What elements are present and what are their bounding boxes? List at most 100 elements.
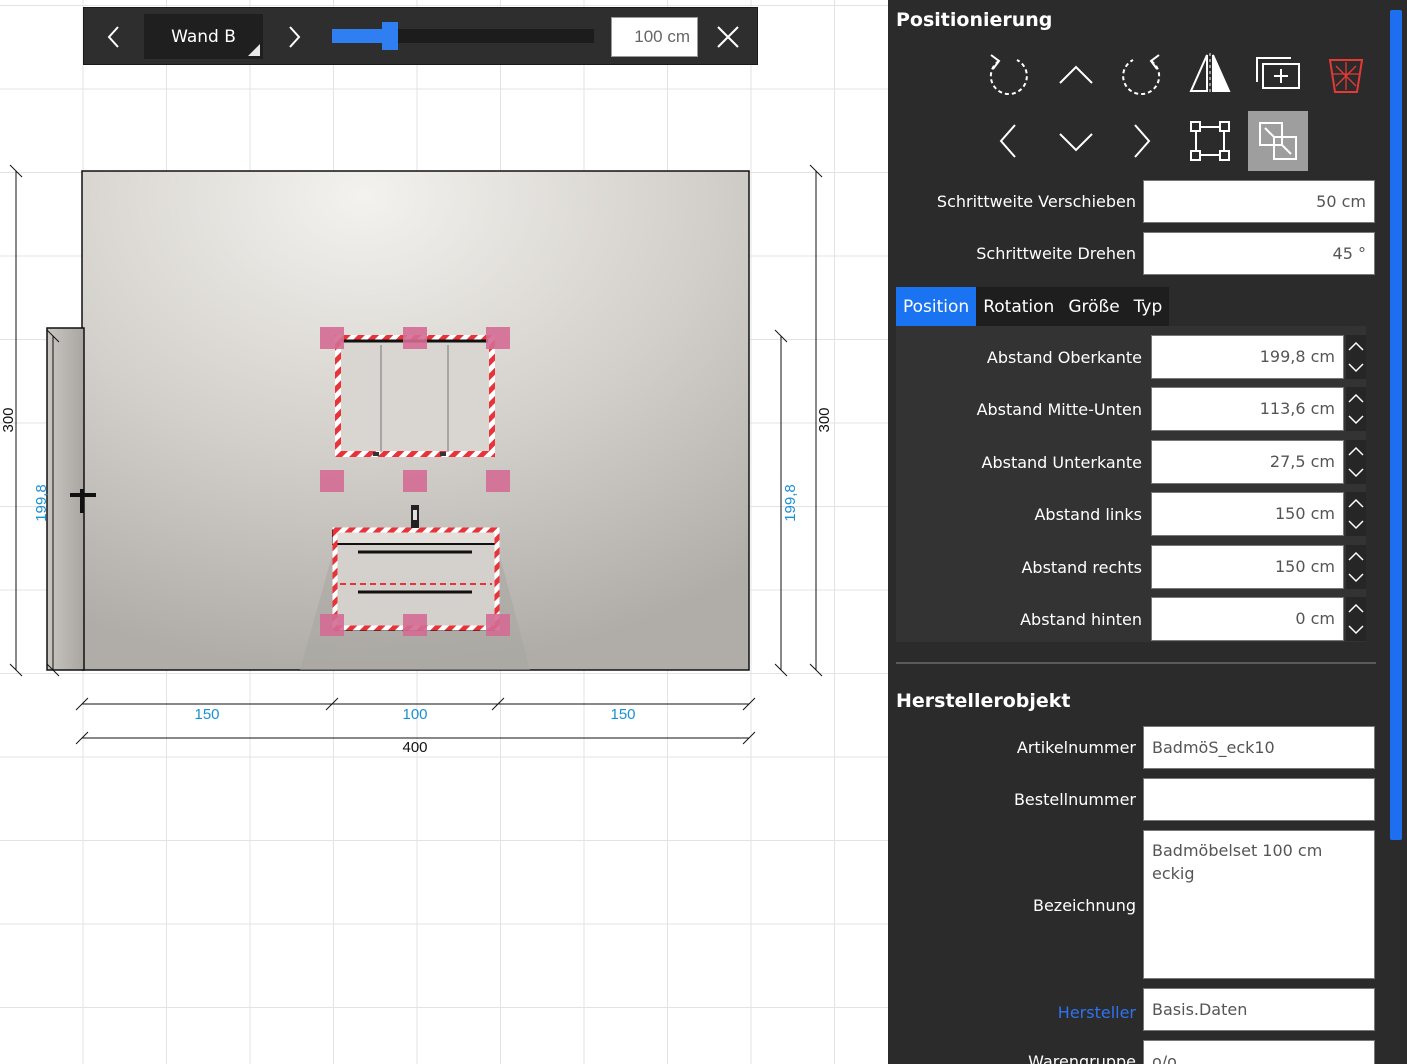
spinner-up-icon: [1348, 393, 1364, 403]
distance-middle-input[interactable]: 113,6 cm: [1151, 387, 1344, 431]
prev-wall-button[interactable]: [94, 18, 134, 56]
distance-back-spinner[interactable]: [1346, 597, 1366, 641]
delete-button[interactable]: [1316, 44, 1376, 104]
property-tabs: Position Rotation Größe Typ: [896, 287, 1170, 326]
spinner-up-icon: [1348, 603, 1364, 613]
distance-left-up[interactable]: [1346, 492, 1366, 514]
distance-right-down[interactable]: [1346, 567, 1366, 589]
manufacturer-link[interactable]: Hersteller: [896, 1003, 1136, 1022]
duplicate-icon: [1256, 57, 1300, 89]
distance-right-spinner[interactable]: [1346, 545, 1366, 589]
section-divider: [896, 662, 1376, 664]
wall-select-label: Wand B: [171, 26, 236, 47]
distance-top-input[interactable]: 199,8 cm: [1151, 335, 1344, 379]
select-resize-icon: [1190, 121, 1230, 161]
next-wall-button[interactable]: [274, 18, 314, 56]
rotate-left-button[interactable]: [978, 44, 1038, 104]
step-rotate-input[interactable]: 45 °: [1143, 232, 1375, 275]
distance-top-label: Abstand Oberkante: [986, 348, 1142, 367]
panel-scrollbar-thumb[interactable]: [1390, 10, 1402, 840]
tab-position[interactable]: Position: [896, 287, 977, 326]
distance-back-label: Abstand hinten: [1020, 610, 1142, 629]
properties-panel: Positionierung Schrittweite Verschieben …: [888, 0, 1407, 1064]
step-move-input[interactable]: 50 cm: [1143, 180, 1375, 223]
tab-type[interactable]: Typ: [1127, 287, 1170, 326]
manufacturer-input[interactable]: Basis.Daten: [1143, 988, 1375, 1031]
move-up-button[interactable]: [1046, 44, 1106, 104]
tab-rotation[interactable]: Rotation: [976, 287, 1061, 326]
mirror-button[interactable]: [1180, 44, 1240, 104]
distance-bottom-input[interactable]: 27,5 cm: [1151, 440, 1344, 484]
move-down-button[interactable]: [1046, 111, 1106, 171]
snap-fit-button[interactable]: [1248, 111, 1308, 171]
step-rotate-label: Schrittweite Drehen: [976, 244, 1136, 263]
product-group-input[interactable]: o/o: [1143, 1040, 1375, 1064]
object-height-left-label: 199,8: [33, 484, 50, 522]
article-number-input[interactable]: BadmöS_eck10: [1143, 726, 1375, 769]
order-number-input[interactable]: [1143, 778, 1375, 821]
distance-right-up[interactable]: [1346, 545, 1366, 567]
distance-middle-down[interactable]: [1346, 409, 1366, 431]
dim-left-label: 150: [194, 706, 219, 723]
distance-middle-label: Abstand Mitte-Unten: [976, 400, 1142, 419]
rotate-right-icon: [1122, 54, 1161, 96]
distance-top-up[interactable]: [1346, 335, 1366, 357]
dim-right-label: 150: [610, 706, 635, 723]
distance-back-up[interactable]: [1346, 597, 1366, 619]
object-height-right-label: 199,8: [782, 484, 799, 522]
distance-bottom-up[interactable]: [1346, 440, 1366, 462]
spinner-down-icon: [1348, 520, 1364, 530]
distance-bottom-down[interactable]: [1346, 462, 1366, 484]
chevron-up-icon: [1059, 65, 1093, 84]
zoom-slider-thumb[interactable]: [381, 22, 398, 50]
mirror-cabinet[interactable]: [335, 335, 495, 457]
distance-back-input[interactable]: 0 cm: [1151, 597, 1344, 641]
distance-top-down[interactable]: [1346, 357, 1366, 379]
distance-top-spinner[interactable]: [1346, 335, 1366, 379]
tab-size[interactable]: Größe: [1061, 287, 1126, 326]
zoom-slider[interactable]: [332, 22, 594, 50]
distance-right-label: Abstand rechts: [1021, 558, 1142, 577]
spinner-down-icon: [1348, 468, 1364, 478]
wall-select-dropdown[interactable]: Wand B: [144, 14, 263, 59]
description-label: Bezeichnung: [1032, 896, 1136, 915]
width-input[interactable]: 100 cm: [611, 17, 698, 57]
distance-right-input[interactable]: 150 cm: [1151, 545, 1344, 589]
description-textarea[interactable]: Badmöbelset 100 cm eckig: [1143, 830, 1375, 979]
distance-back-down[interactable]: [1346, 619, 1366, 641]
trash-icon: [1328, 59, 1364, 93]
chevron-right-icon: [1134, 124, 1151, 158]
rotate-right-button[interactable]: [1112, 44, 1172, 104]
spinner-down-icon: [1348, 415, 1364, 425]
wall-elevation-drawing[interactable]: 300 199,8 199,8 300 150 100 150 400: [0, 0, 888, 1064]
spinner-up-icon: [1348, 446, 1364, 456]
distance-left-spinner[interactable]: [1346, 492, 1366, 536]
chevron-left-icon: [107, 26, 119, 48]
dim-middle-label: 100: [402, 706, 427, 723]
rotate-left-icon: [989, 54, 1028, 96]
distance-left-label: Abstand links: [1034, 505, 1142, 524]
move-right-button[interactable]: [1112, 111, 1172, 171]
close-icon: [717, 26, 739, 48]
total-width-label: 400: [402, 739, 427, 756]
distance-middle-up[interactable]: [1346, 387, 1366, 409]
distance-bottom-label: Abstand Unterkante: [981, 453, 1143, 472]
wall-view-canvas[interactable]: 300 199,8 199,8 300 150 100 150 400 Wand…: [0, 0, 888, 1064]
distance-left-down[interactable]: [1346, 514, 1366, 536]
distance-bottom-spinner[interactable]: [1346, 440, 1366, 484]
step-move-label: Schrittweite Verschieben: [936, 192, 1136, 211]
spinner-up-icon: [1348, 498, 1364, 508]
manufacturer-title: Herstellerobjekt: [896, 690, 1071, 712]
height-right-label: 300: [816, 407, 833, 432]
close-button[interactable]: [710, 20, 746, 54]
chevron-down-icon: [1059, 133, 1093, 152]
position-tab-content: Abstand Oberkante 199,8 cm Abstand Mitte…: [896, 326, 1366, 642]
move-left-button[interactable]: [978, 111, 1038, 171]
spinner-up-icon: [1348, 551, 1364, 561]
distance-left-input[interactable]: 150 cm: [1151, 492, 1344, 536]
spinner-down-icon: [1348, 573, 1364, 583]
select-resize-button[interactable]: [1180, 111, 1240, 171]
duplicate-button[interactable]: [1248, 44, 1308, 104]
positioning-title: Positionierung: [896, 9, 1053, 31]
distance-middle-spinner[interactable]: [1346, 387, 1366, 431]
